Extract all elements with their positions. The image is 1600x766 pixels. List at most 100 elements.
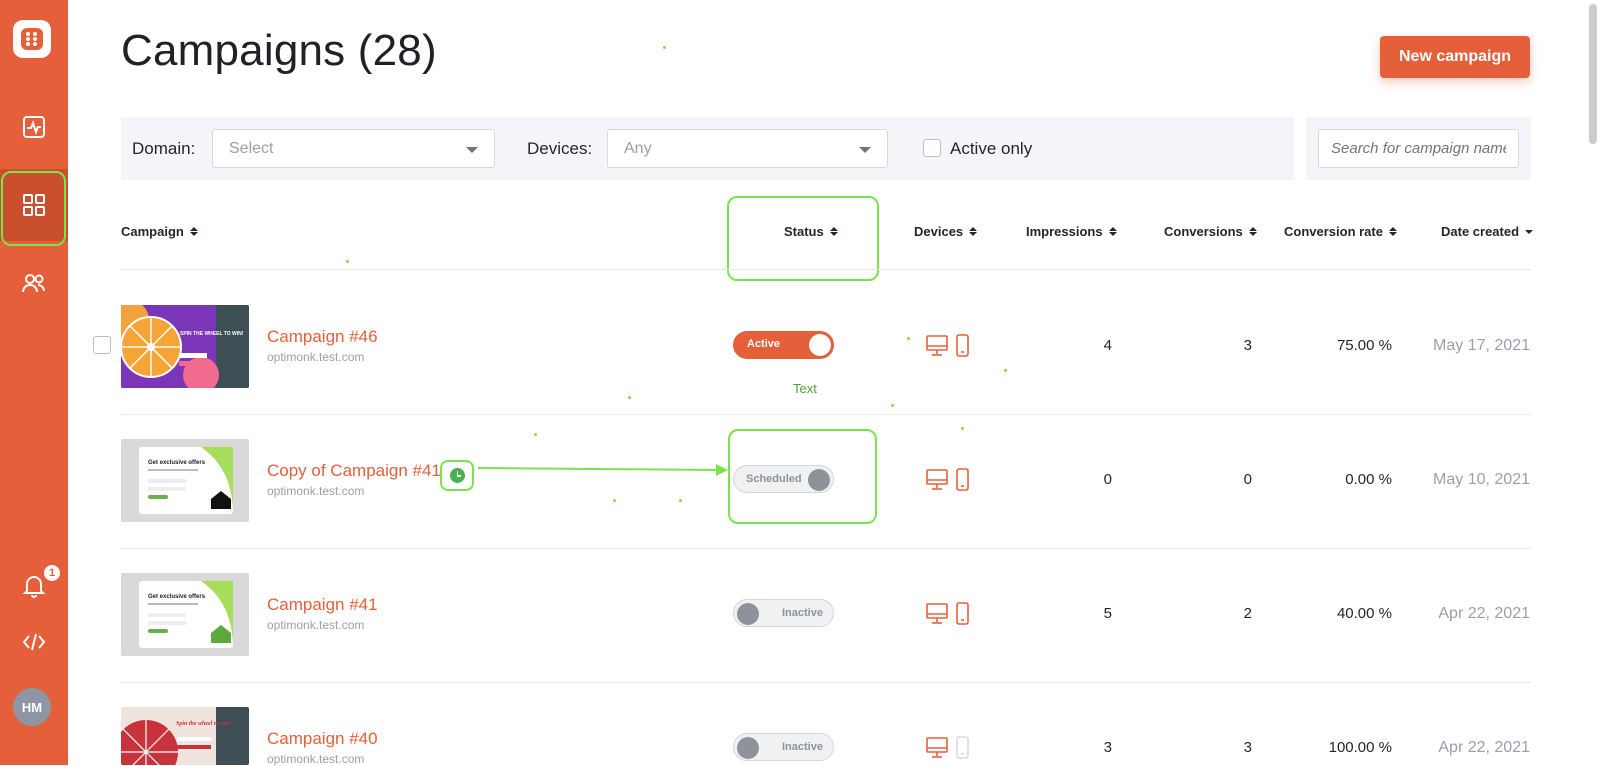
impressions-value: 5 [1103, 605, 1112, 622]
annotation-dot [891, 404, 894, 407]
active-only-label[interactable]: Active only [950, 139, 1032, 159]
status-toggle[interactable]: Inactive [733, 599, 834, 627]
annotation-dot [1004, 369, 1007, 372]
divider [121, 414, 1531, 415]
scheduled-clock-icon[interactable] [440, 460, 474, 491]
sidebar: 1 HM [0, 0, 68, 765]
toggle-knob [808, 469, 830, 491]
mobile-icon [956, 602, 969, 625]
mobile-icon-disabled [956, 736, 969, 759]
annotation-dot [679, 499, 682, 502]
devices-select[interactable]: Any [607, 129, 888, 168]
status-toggle-label: Scheduled [746, 473, 802, 485]
thumb-offer-title: Get exclusive offers [148, 594, 206, 600]
col-date-created[interactable]: Date created [1441, 224, 1534, 239]
sort-icon [1108, 227, 1117, 236]
users-icon [22, 274, 45, 293]
scrollbar-thumb[interactable] [1589, 4, 1597, 144]
date-created: May 17, 2021 [1433, 337, 1530, 354]
scrollbar[interactable] [1589, 0, 1597, 765]
campaign-domain: optimonk.test.com [267, 618, 365, 632]
nav-users[interactable] [0, 247, 68, 319]
toggle-knob [737, 603, 759, 625]
toggle-knob [737, 737, 759, 759]
thumb-offer-title: Get exclusive offers [148, 460, 206, 466]
impressions-value: 3 [1103, 739, 1112, 756]
status-toggle-label: Inactive [782, 607, 823, 619]
campaigns-grid-icon [23, 194, 45, 216]
col-devices-label: Devices [914, 224, 964, 239]
devices-label: Devices: [527, 139, 593, 158]
desktop-icon [926, 469, 948, 490]
mobile-icon [956, 468, 969, 491]
offers-popup-thumbnail: Get exclusive offers [121, 439, 249, 522]
annotation-dot [663, 46, 666, 49]
campaign-domain: optimonk.test.com [267, 350, 365, 364]
status-toggle[interactable]: Scheduled [733, 465, 834, 493]
conversion-rate-value: 0.00 % [1345, 471, 1392, 488]
col-devices[interactable]: Devices [914, 224, 978, 239]
page-title: Campaigns (28) [121, 26, 437, 75]
campaign-thumbnail[interactable]: Get exclusive offers [121, 573, 249, 656]
annotation-dot [346, 260, 349, 263]
col-impressions-label: Impressions [1026, 224, 1103, 239]
col-conversions[interactable]: Conversions [1164, 224, 1257, 239]
status-toggle[interactable]: Active [733, 331, 834, 359]
col-date-created-label: Date created [1441, 224, 1520, 239]
row-checkbox[interactable] [93, 336, 111, 354]
devices-select-value: Any [624, 140, 652, 157]
spin-wheel-thumbnail: Spin the wheel to win! [121, 707, 249, 765]
campaign-name-link[interactable]: Campaign #40 [267, 729, 378, 749]
status-toggle-label: Inactive [782, 741, 823, 753]
new-campaign-button[interactable]: New campaign [1380, 36, 1530, 78]
device-icons [925, 333, 985, 359]
campaign-name-link[interactable]: Copy of Campaign #41 [267, 461, 441, 481]
domain-select[interactable]: Select [212, 129, 495, 168]
col-impressions[interactable]: Impressions [1026, 224, 1117, 239]
conversion-rate-value: 40.00 % [1336, 605, 1392, 622]
sort-icon [189, 227, 198, 236]
status-toggle[interactable]: Inactive [733, 733, 834, 761]
app-logo[interactable] [13, 20, 51, 58]
col-conversion-rate-label: Conversion rate [1284, 224, 1383, 239]
notification-badge: 1 [42, 563, 62, 583]
annotation-arrow [478, 464, 728, 476]
conversions-value: 3 [1243, 739, 1252, 756]
conversions-value: 3 [1243, 337, 1252, 354]
filter-bar: Domain: Select Devices: Any Active only [121, 117, 1294, 180]
col-status-label: Status [784, 224, 824, 239]
mobile-icon [956, 334, 969, 357]
col-status[interactable]: Status [784, 224, 838, 239]
divider [121, 269, 1531, 270]
chevron-down-icon [859, 147, 871, 153]
sort-icon [829, 227, 838, 236]
col-campaign[interactable]: Campaign [121, 224, 198, 239]
domain-select-value: Select [229, 140, 274, 157]
annotation-dot [907, 337, 910, 340]
annotation-dot [961, 427, 964, 430]
nav-analytics[interactable] [0, 91, 68, 163]
device-icons [925, 601, 985, 627]
col-conversion-rate[interactable]: Conversion rate [1284, 224, 1397, 239]
divider [121, 548, 1531, 549]
wheel-popup-thumbnail: SPIN THE WHEEL TO WIN! [121, 305, 249, 388]
impressions-value: 4 [1103, 337, 1112, 354]
campaign-search-input[interactable] [1318, 129, 1519, 168]
user-avatar[interactable]: HM [13, 688, 51, 726]
nav-embed-code[interactable] [0, 606, 68, 678]
campaign-thumbnail[interactable]: Spin the wheel to win! [121, 707, 249, 765]
conversion-rate-value: 100.00 % [1328, 739, 1392, 756]
active-only-checkbox[interactable] [923, 139, 941, 157]
campaign-thumbnail[interactable]: SPIN THE WHEEL TO WIN! [121, 305, 249, 388]
nav-campaigns[interactable] [0, 169, 68, 241]
campaign-thumbnail[interactable]: Get exclusive offers [121, 439, 249, 522]
desktop-icon [926, 737, 948, 758]
thumb-spin-text: Spin the wheel to win! [176, 721, 231, 727]
sort-icon [969, 227, 978, 236]
domain-label: Domain: [132, 139, 196, 158]
analytics-icon [23, 116, 45, 138]
campaign-name-link[interactable]: Campaign #41 [267, 595, 378, 615]
search-wrap [1306, 117, 1531, 180]
device-icons [925, 467, 985, 493]
campaign-name-link[interactable]: Campaign #46 [267, 327, 378, 347]
